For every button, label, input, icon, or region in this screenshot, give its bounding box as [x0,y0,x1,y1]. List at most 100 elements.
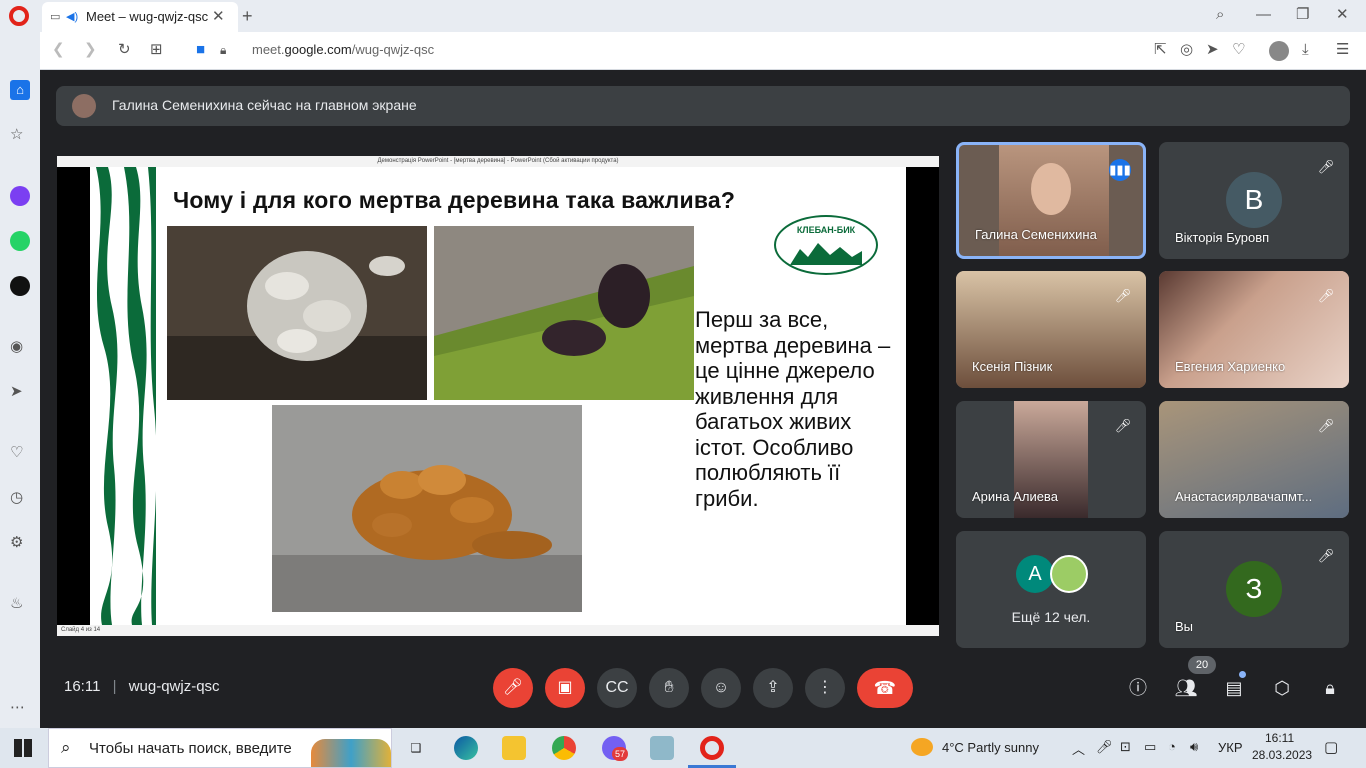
volume-tray-icon[interactable]: 🔊︎ [1190,739,1198,755]
participant-tile[interactable]: ▮▮▮ Галина Семенихина [956,142,1146,259]
messenger-icon[interactable] [10,186,30,206]
battery-tray-icon[interactable]: ▭ [1144,739,1156,755]
taskbar-search[interactable]: ⌕ Чтобы начать поиск, введите [48,728,392,768]
tiktok-icon[interactable] [10,276,30,296]
search-highlight-image [311,739,391,767]
participant-tile[interactable]: В 🎤︎ Вікторія Буровп [1159,142,1349,259]
clock-time[interactable]: 16:11 [1265,731,1294,745]
photo-dark-fungi-moss [434,226,694,400]
clock-date[interactable]: 28.03.2023 [1252,748,1312,762]
flow-icon[interactable]: ➤ [10,382,23,402]
reactions-button[interactable]: ☺ [701,668,741,708]
avatar-image [1050,555,1088,593]
mic-off-icon: 🎤︎ [1317,288,1335,303]
self-tile[interactable]: З 🎤︎ Вы [1159,531,1349,648]
player-icon[interactable]: ◉ [10,337,23,357]
camera-indicator-icon[interactable]: ■ [196,40,205,60]
url-prefix: meet. [252,42,285,57]
close-tab-icon[interactable]: ✕ [212,7,225,27]
search-placeholder: Чтобы начать поиск, введите [89,740,292,757]
more-participants-tile[interactable]: А Ещё 12 чел. [956,531,1146,648]
tray-chevron-icon[interactable]: ︿ [1072,739,1085,758]
opera-sidebar: ⌂ ☆ ◉ ➤ ♡ ◷ ⚙ ♨ ⋯ [0,32,40,728]
participant-tile[interactable]: 🎤︎ Анастасияpлвачапмт... [1159,401,1349,518]
share-icon[interactable]: ⇱ [1154,40,1167,60]
notifications-icon[interactable]: ▢ [1324,738,1338,756]
speed-dial-icon[interactable]: ☆ [10,125,23,145]
participant-tile[interactable]: 🎤︎ Арина Алиева [956,401,1146,518]
new-tab-icon[interactable]: + [242,6,253,26]
meeting-time: 16:11 [64,678,101,695]
download-icon[interactable]: ⤓ [1302,40,1309,60]
presentation-screen[interactable]: Демонстрація PowerPoint - [мертва дереви… [57,156,939,636]
url-field[interactable]: meet.google.com/wug-qwjz-qsc [252,42,434,57]
opera-taskbar-icon[interactable] [700,736,724,760]
snapshot-icon[interactable]: ◎ [1180,40,1193,60]
history-icon[interactable]: ◷ [10,488,23,508]
people-icon[interactable]: 👥︎ [1172,674,1200,702]
profile-avatar-icon[interactable] [1269,41,1289,61]
banner-text: Галина Семенихина сейчас на главном экра… [112,97,417,113]
tab-icon: ▭ [50,11,61,23]
present-button[interactable]: ⇪ [753,668,793,708]
mic-toggle-button[interactable]: 🎤︎ [493,668,533,708]
task-view-icon[interactable]: ❑ [404,736,428,760]
maximize-icon[interactable]: ❐ [1296,5,1309,25]
participant-tile[interactable]: 🎤︎ Евгения Хариенко [1159,271,1349,388]
host-controls-icon[interactable]: 🔒︎ [1316,674,1344,702]
chrome-icon[interactable] [552,736,576,760]
forward-icon[interactable]: ❯ [84,40,97,60]
send-icon[interactable]: ➤ [1206,40,1219,60]
more-icon[interactable]: ⋯ [10,698,25,718]
more-options-button[interactable]: ⋮ [805,668,845,708]
mic-off-icon: 🎤︎ [1114,418,1132,433]
tips-icon[interactable]: ♨ [10,594,23,614]
photo-white-fungi [167,226,427,400]
wifi-tray-icon[interactable]: ◔ [1168,739,1176,754]
end-call-button[interactable]: ☎ [857,668,913,708]
tabs-grid-icon[interactable]: ⊞ [150,40,163,60]
tile-name: Анастасияpлвачапмт... [1175,489,1313,504]
heart-icon[interactable]: ♡ [1232,40,1245,60]
minimize-icon[interactable]: — [1256,5,1271,25]
whatsapp-icon[interactable] [10,231,30,251]
microphone-tray-icon[interactable]: 🎤︎ [1096,739,1113,755]
menu-icon[interactable]: ☰ [1336,40,1349,60]
language-indicator[interactable]: УКР [1218,740,1243,755]
presenter-avatar [72,94,96,118]
speaker-icon[interactable]: ◀) [66,7,78,27]
lock-icon[interactable]: 🔒︎ [220,40,226,60]
participant-tile[interactable]: 🎤︎ Ксенія Пізник [956,271,1146,388]
slide: Чому і для кого мертва деревина така важ… [90,167,906,625]
files-app-icon[interactable] [650,736,674,760]
windows-taskbar: ⌕ Чтобы начать поиск, введите ❑ 57 4°C P… [0,728,1366,768]
opera-logo-icon[interactable] [9,6,29,26]
close-window-icon[interactable]: ✕ [1336,5,1349,25]
tile-name: Евгения Хариенко [1175,359,1286,374]
back-icon[interactable]: ❮ [52,40,65,60]
tile-name: Вы [1175,619,1194,634]
camera-toggle-button[interactable]: ▣ [545,668,585,708]
file-explorer-icon[interactable] [502,736,526,760]
activities-icon[interactable]: ⬡ [1268,674,1296,702]
bookmarks-icon[interactable]: ♡ [10,443,23,463]
decorative-stripes [90,167,156,625]
search-tabs-icon[interactable]: ⌕ [1216,5,1224,25]
chat-unread-dot [1239,671,1246,678]
chat-icon[interactable]: ▤ [1220,674,1248,702]
network-tray-icon[interactable]: ⊡ [1120,739,1131,755]
captions-button[interactable]: CC [597,668,637,708]
reload-icon[interactable]: ↻ [118,40,131,60]
settings-icon[interactable]: ⚙ [10,533,23,553]
home-icon[interactable]: ⌂ [10,80,30,100]
meeting-info-icon[interactable]: ⓘ [1124,674,1152,702]
divider: | [112,678,117,695]
tab-meet[interactable]: ▭ ◀) Meet – wug-qwjz-qsc ✕ [42,2,238,32]
edge-icon[interactable] [454,736,478,760]
search-icon: ⌕ [61,738,71,757]
raise-hand-button[interactable]: ✋︎ [649,668,689,708]
weather-icon[interactable] [911,738,933,756]
ppt-status-bar: Слайд 4 из 14 [57,625,939,636]
weather-text[interactable]: 4°C Partly sunny [942,740,1039,755]
start-icon[interactable] [14,739,32,757]
